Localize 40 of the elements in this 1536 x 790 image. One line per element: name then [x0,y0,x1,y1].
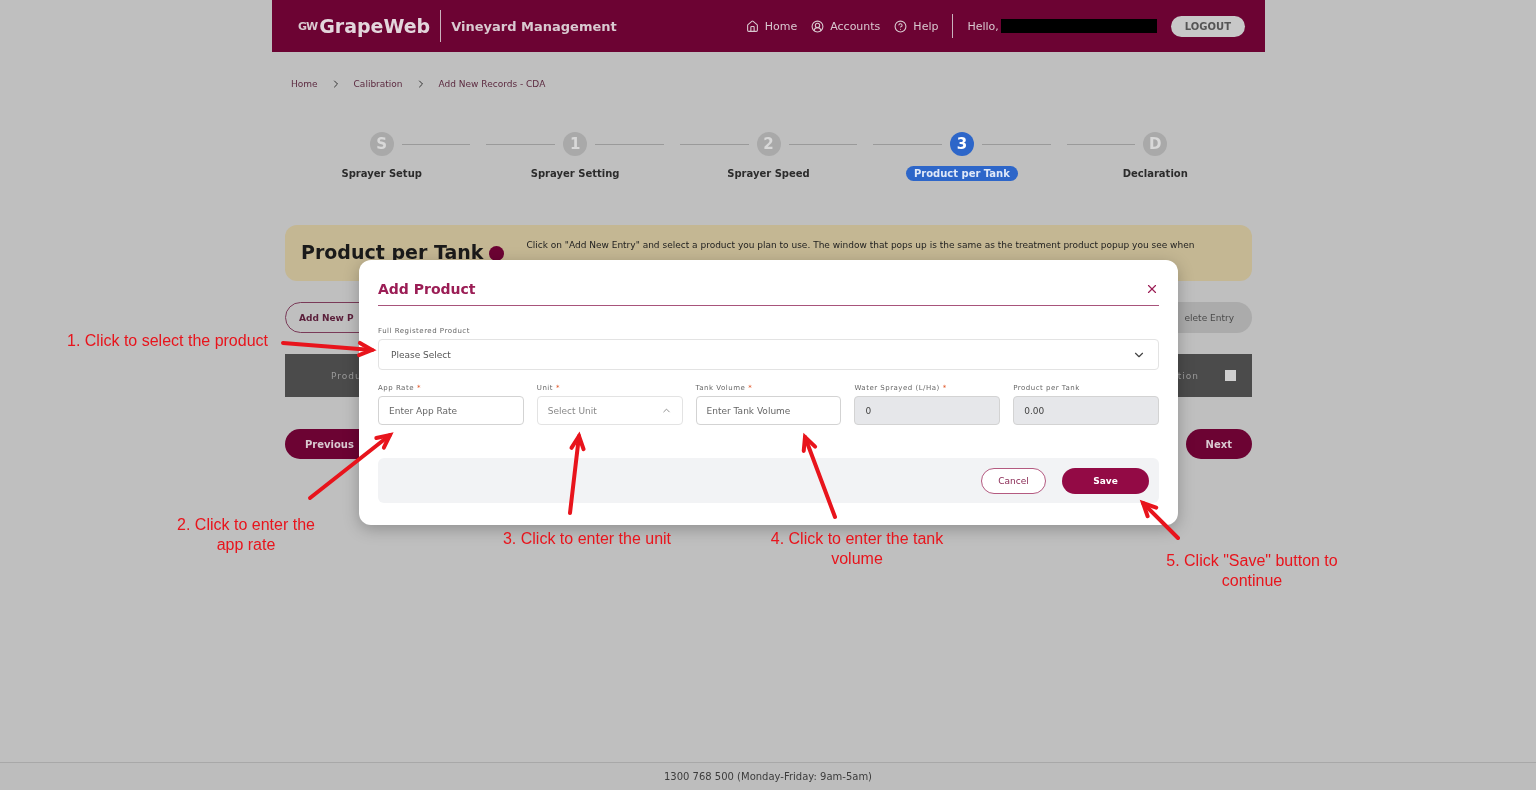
greeting: Hello, [967,19,999,33]
next-button[interactable]: Next [1185,429,1252,459]
home-icon [745,19,759,33]
annotation-text: 4. Click to enter the tank volume [769,529,945,569]
step-label: Sprayer Setup [340,167,423,181]
cancel-button[interactable]: Cancel [981,467,1046,494]
nav-link[interactable]: Help [894,19,939,33]
breadcrumb-link[interactable]: Calibration [353,79,403,89]
step-label: Declaration [1121,167,1189,181]
logo-icon: GW [298,19,318,33]
annotation-text: 1. Click to select the product [66,331,268,351]
step-label: Sprayer Setting [529,167,621,181]
nav-link[interactable]: Home [745,19,798,33]
breadcrumb-link[interactable]: Add New Records - CDA [438,79,546,89]
logo[interactable]: GrapeWeb [319,15,431,37]
annotation-text: 5. Click "Save" button to continue [1165,551,1339,591]
unit-select[interactable]: Select Unit [536,396,683,425]
dialog-title: Add Product [378,281,476,297]
input-field[interactable]: Enter Tank Volume [695,396,842,425]
annotation-text: 3. Click to enter the unit [501,529,673,549]
nav-link[interactable]: Accounts [811,19,881,33]
logout-button[interactable]: LOGOUT [1170,15,1245,37]
close-icon[interactable] [1145,282,1159,296]
user-icon [811,19,825,33]
input-field[interactable]: Enter App Rate [378,396,524,425]
section-title: Product per Tank [301,241,484,263]
step-label: Product per Tank [905,166,1018,181]
step-badge[interactable]: 3 [949,132,974,156]
select-all-checkbox[interactable] [1225,370,1236,381]
app-name: Vineyard Management [451,18,617,34]
column-header: tion [1177,370,1199,381]
arrow [1139,499,1180,540]
instruction-text: Click on "Add New Entry" and select a product you plan to use. The window that pops up is the same as the treatment product popup you see when [526,240,1195,250]
annotation-text: 2. Click to enter the app rate [176,515,316,555]
readonly-field: 0.00 [1013,396,1159,425]
readonly-field: 0 [854,396,1001,425]
product-select[interactable]: Please Select [378,339,1159,370]
save-button[interactable]: Save [1062,467,1149,494]
breadcrumb-link[interactable]: Home [291,79,318,89]
step-label: Sprayer Speed [726,167,811,181]
